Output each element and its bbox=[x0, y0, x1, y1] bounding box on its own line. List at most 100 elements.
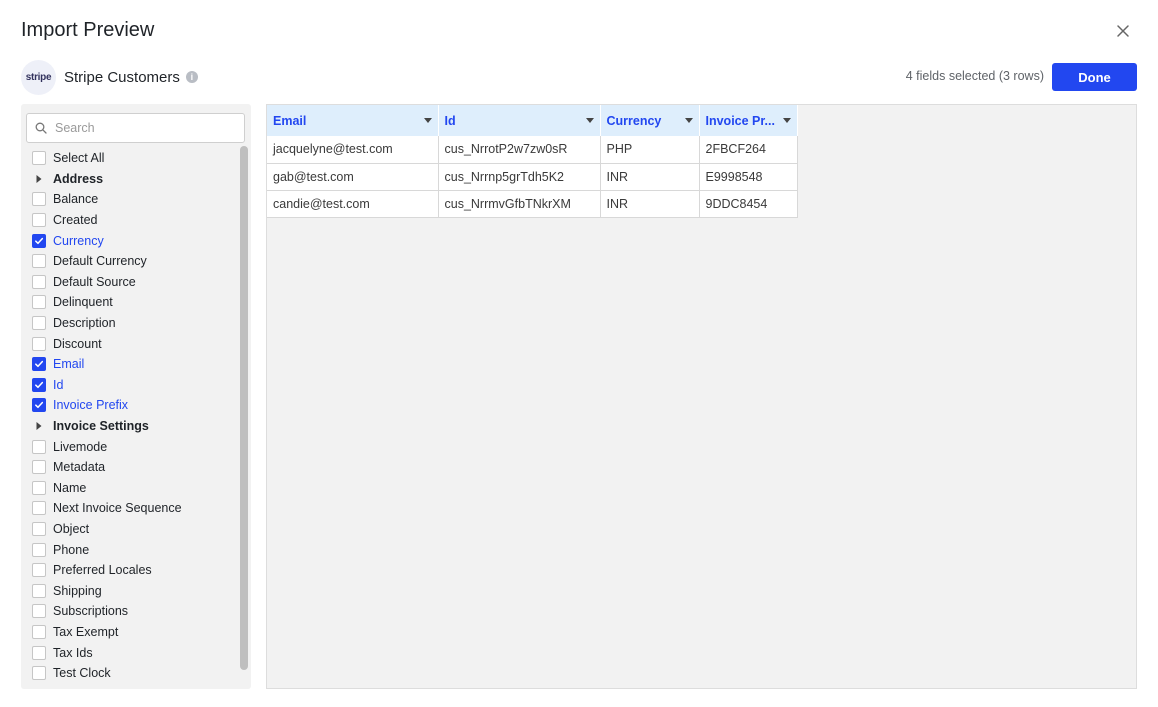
checkbox[interactable] bbox=[32, 542, 46, 557]
table-cell[interactable]: E9998548 bbox=[699, 163, 798, 191]
field-item-email[interactable]: Email bbox=[21, 354, 239, 375]
preview-table: Email Id Currency Invoice Pr... jacquely… bbox=[267, 105, 798, 218]
field-item-currency[interactable]: Currency bbox=[21, 230, 239, 251]
field-group-address[interactable]: Address bbox=[21, 169, 239, 190]
checkbox-checked[interactable] bbox=[32, 398, 46, 413]
field-item-subscriptions[interactable]: Subscriptions bbox=[21, 601, 239, 622]
table-cell[interactable]: 2FBCF264 bbox=[699, 136, 798, 164]
checkbox[interactable] bbox=[32, 316, 46, 331]
checkbox[interactable] bbox=[32, 645, 46, 660]
close-button[interactable] bbox=[1113, 21, 1133, 41]
checkbox[interactable] bbox=[32, 624, 46, 639]
table-cell[interactable]: cus_Nrrnp5grTdh5K2 bbox=[438, 163, 601, 191]
caret-right-icon[interactable] bbox=[32, 421, 46, 431]
checkbox[interactable] bbox=[32, 666, 46, 680]
field-item-test-clock[interactable]: Test Clock bbox=[21, 663, 239, 680]
caret-right-icon[interactable] bbox=[32, 174, 46, 184]
scrollbar-thumb[interactable] bbox=[240, 146, 248, 670]
checkbox-checked[interactable] bbox=[32, 357, 46, 372]
field-label: Preferred Locales bbox=[53, 563, 152, 578]
field-item-default-source[interactable]: Default Source bbox=[21, 272, 239, 293]
checkbox[interactable] bbox=[32, 151, 46, 166]
field-item-object[interactable]: Object bbox=[21, 519, 239, 540]
field-label: Next Invoice Sequence bbox=[53, 501, 182, 516]
field-list-scrollbar[interactable] bbox=[239, 146, 249, 676]
column-menu-icon[interactable] bbox=[782, 118, 791, 123]
checkbox[interactable] bbox=[32, 274, 46, 289]
field-item-phone[interactable]: Phone bbox=[21, 539, 239, 560]
column-menu-icon[interactable] bbox=[423, 118, 432, 123]
field-item-tax-exempt[interactable]: Tax Exempt bbox=[21, 622, 239, 643]
field-item-metadata[interactable]: Metadata bbox=[21, 457, 239, 478]
column-header-email[interactable]: Email bbox=[267, 105, 439, 136]
checkbox[interactable] bbox=[32, 192, 46, 207]
field-item-livemode[interactable]: Livemode bbox=[21, 436, 239, 457]
field-group-invoice-settings[interactable]: Invoice Settings bbox=[21, 416, 239, 437]
field-item-id[interactable]: Id bbox=[21, 375, 239, 396]
table-cell[interactable]: cus_NrrotP2w7zw0sR bbox=[438, 136, 601, 164]
checkbox[interactable] bbox=[32, 254, 46, 269]
table-cell[interactable]: gab@test.com bbox=[267, 163, 439, 191]
checkbox[interactable] bbox=[32, 460, 46, 475]
field-item-tax-ids[interactable]: Tax Ids bbox=[21, 642, 239, 663]
search-input[interactable] bbox=[55, 121, 225, 135]
field-label: Metadata bbox=[53, 460, 106, 475]
column-header-label: Email bbox=[273, 113, 307, 128]
done-button[interactable]: Done bbox=[1052, 63, 1137, 91]
field-item-created[interactable]: Created bbox=[21, 210, 239, 231]
field-label: Object bbox=[53, 521, 90, 536]
search-box[interactable] bbox=[26, 113, 245, 143]
info-icon[interactable]: i bbox=[185, 71, 198, 83]
table-cell[interactable]: INR bbox=[600, 163, 700, 191]
checkbox[interactable] bbox=[32, 563, 46, 578]
checkbox[interactable] bbox=[32, 583, 46, 598]
checkbox[interactable] bbox=[32, 295, 46, 310]
table-cell[interactable]: candie@test.com bbox=[267, 190, 439, 218]
table-cell[interactable]: jacquelyne@test.com bbox=[267, 136, 439, 164]
table-cell[interactable]: INR bbox=[600, 190, 700, 218]
column-menu-icon[interactable] bbox=[684, 118, 693, 123]
checkbox[interactable] bbox=[32, 501, 46, 516]
checkbox[interactable] bbox=[32, 439, 46, 454]
column-menu-icon[interactable] bbox=[585, 118, 594, 123]
field-item-description[interactable]: Description bbox=[21, 313, 239, 334]
field-item-invoice-prefix[interactable]: Invoice Prefix bbox=[21, 395, 239, 416]
field-item-delinquent[interactable]: Delinquent bbox=[21, 292, 239, 313]
table-cell[interactable]: cus_NrrmvGfbTNkrXM bbox=[438, 190, 601, 218]
field-label: Name bbox=[53, 480, 87, 495]
field-label: Tax Ids bbox=[53, 645, 93, 660]
checkbox-checked[interactable] bbox=[32, 377, 46, 392]
field-item-select-all[interactable]: Select All bbox=[21, 148, 239, 169]
field-item-name[interactable]: Name bbox=[21, 478, 239, 499]
checkbox[interactable] bbox=[32, 521, 46, 536]
column-header-label: Currency bbox=[606, 113, 662, 128]
close-icon[interactable] bbox=[1113, 21, 1133, 41]
search-icon bbox=[35, 122, 47, 134]
table-row[interactable]: gab@test.com cus_Nrrnp5grTdh5K2 INR E999… bbox=[267, 163, 798, 191]
field-label: Default Source bbox=[53, 274, 136, 289]
field-label: Description bbox=[53, 316, 116, 331]
field-item-next-invoice-sequence[interactable]: Next Invoice Sequence bbox=[21, 498, 239, 519]
field-item-default-currency[interactable]: Default Currency bbox=[21, 251, 239, 272]
column-header-id[interactable]: Id bbox=[438, 105, 601, 136]
field-item-shipping[interactable]: Shipping bbox=[21, 580, 239, 601]
table-row[interactable]: jacquelyne@test.com cus_NrrotP2w7zw0sR P… bbox=[267, 136, 798, 164]
checkbox[interactable] bbox=[32, 480, 46, 495]
table-row[interactable]: candie@test.com cus_NrrmvGfbTNkrXM INR 9… bbox=[267, 190, 798, 218]
field-item-discount[interactable]: Discount bbox=[21, 333, 239, 354]
field-label: Default Currency bbox=[53, 254, 147, 269]
field-label: Shipping bbox=[53, 583, 102, 598]
table-cell[interactable]: PHP bbox=[600, 136, 700, 164]
column-header-invoice-prefix[interactable]: Invoice Pr... bbox=[699, 105, 798, 136]
checkbox[interactable] bbox=[32, 604, 46, 619]
table-cell[interactable]: 9DDC8454 bbox=[699, 190, 798, 218]
checkbox-checked[interactable] bbox=[32, 233, 46, 248]
checkbox[interactable] bbox=[32, 336, 46, 351]
preview-grid-area: Email Id Currency Invoice Pr... jacquely… bbox=[266, 104, 1137, 689]
field-label: Invoice Prefix bbox=[53, 398, 129, 413]
field-item-balance[interactable]: Balance bbox=[21, 189, 239, 210]
checkbox[interactable] bbox=[32, 213, 46, 228]
field-label: Email bbox=[53, 357, 85, 372]
field-item-preferred-locales[interactable]: Preferred Locales bbox=[21, 560, 239, 581]
column-header-currency[interactable]: Currency bbox=[600, 105, 700, 136]
